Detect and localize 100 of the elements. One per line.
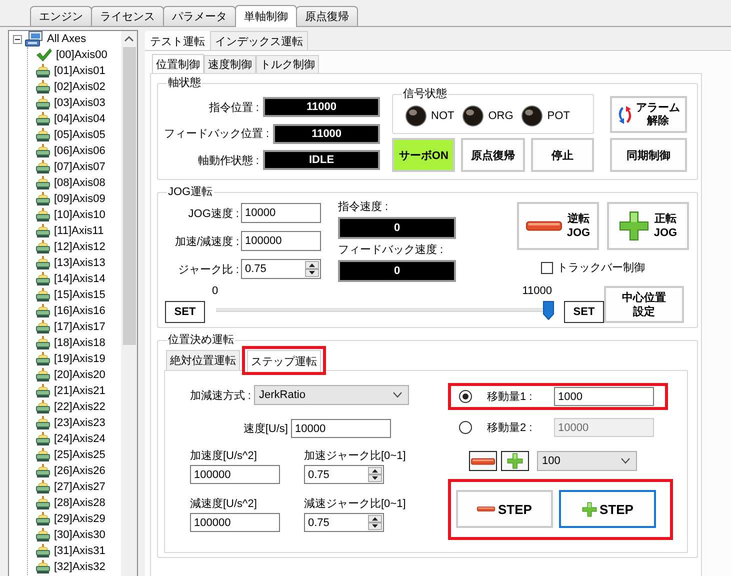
checkbox-label: トラックバー制御: [557, 261, 645, 275]
tree-item[interactable]: [01]Axis01: [36, 63, 106, 79]
group-title: 位置決め運転: [168, 334, 234, 346]
input-field[interactable]: 10000: [241, 203, 321, 223]
tree-item[interactable]: [08]Axis08: [36, 175, 106, 191]
motor-icon: [36, 192, 50, 206]
tree-item[interactable]: All Axes: [25, 31, 86, 47]
decrease-button[interactable]: [469, 451, 497, 471]
computer-icon: [25, 31, 43, 47]
tab[interactable]: 位置制御: [152, 54, 204, 74]
motor-icon: [36, 544, 50, 558]
increase-button[interactable]: [501, 451, 529, 471]
value-display: 11000: [273, 124, 380, 144]
tree-item[interactable]: [21]Axis21: [36, 383, 106, 399]
motor-icon: [36, 144, 50, 158]
spin-field[interactable]: 0.75: [241, 259, 304, 279]
tree-item[interactable]: [09]Axis09: [36, 191, 106, 207]
sync-control-button[interactable]: 同期制御: [610, 138, 687, 172]
tree-item[interactable]: [29]Axis29: [36, 511, 106, 527]
tree-item[interactable]: [26]Axis26: [36, 463, 106, 479]
step-button[interactable]: STEP: [559, 490, 656, 528]
jog-button[interactable]: 正転 JOG: [607, 202, 689, 250]
spin-field[interactable]: 0.75: [304, 513, 367, 532]
tree-item[interactable]: [27]Axis27: [36, 479, 106, 495]
jog-button[interactable]: 逆転 JOG: [517, 202, 599, 250]
tree-item[interactable]: [25]Axis25: [36, 447, 106, 463]
command-button[interactable]: 原点復帰: [461, 138, 525, 172]
tree-item[interactable]: [10]Axis10: [36, 207, 106, 223]
tab[interactable]: 単軸制御: [235, 5, 297, 27]
tree-item[interactable]: [00]Axis00: [36, 47, 108, 63]
tree-item[interactable]: [16]Axis16: [36, 303, 106, 319]
tree-item[interactable]: [11]Axis11: [36, 223, 104, 239]
tab[interactable]: ライセンス: [91, 6, 164, 26]
spin-buttons[interactable]: [304, 259, 321, 279]
tree-item[interactable]: [28]Axis28: [36, 495, 106, 511]
field-label: 軸動作状態 :: [198, 154, 259, 168]
tree-item[interactable]: [19]Axis19: [36, 351, 106, 367]
tab[interactable]: 原点復帰: [296, 6, 358, 26]
tab[interactable]: テスト運転: [145, 31, 210, 51]
tab[interactable]: パラメータ: [163, 6, 236, 26]
tab[interactable]: トルク制御: [256, 55, 319, 73]
step-button[interactable]: STEP: [456, 490, 553, 528]
tree-item[interactable]: [23]Axis23: [36, 415, 106, 431]
motor-icon: [36, 384, 50, 398]
tree-item[interactable]: [32]Axis32: [36, 559, 106, 575]
set-button[interactable]: SET: [165, 301, 205, 323]
tree-item[interactable]: [24]Axis24: [36, 431, 106, 447]
tab[interactable]: ステップ運転: [247, 350, 321, 372]
motor-icon: [36, 464, 50, 478]
tree-item[interactable]: [31]Axis31: [36, 543, 106, 559]
tree-item[interactable]: [22]Axis22: [36, 399, 106, 415]
radio-button[interactable]: [459, 390, 472, 403]
motor-icon: [36, 224, 50, 238]
dropdown[interactable]: JerkRatio: [254, 385, 409, 405]
input-field[interactable]: 10000: [291, 419, 391, 438]
motor-icon: [36, 448, 50, 462]
tree-item[interactable]: [05]Axis05: [36, 127, 106, 143]
motor-icon: [36, 496, 50, 510]
input-field[interactable]: 100000: [190, 465, 280, 484]
tab[interactable]: インデックス運転: [210, 31, 308, 50]
field-label: 指令速度 :: [338, 200, 390, 214]
tab[interactable]: エンジン: [30, 6, 92, 26]
input-field[interactable]: 100000: [241, 231, 321, 251]
field-label: 移動量1 :: [487, 390, 534, 404]
tree-item[interactable]: [02]Axis02: [36, 79, 106, 95]
tree-item[interactable]: [18]Axis18: [36, 335, 106, 351]
scrollbar-thumb[interactable]: [122, 47, 136, 345]
tree-item[interactable]: [20]Axis20: [36, 367, 106, 383]
motor-icon: [36, 256, 50, 270]
set-button[interactable]: SET: [564, 301, 604, 323]
motor-icon: [36, 176, 50, 190]
field-label: 加速ジャーク比[0~1]: [304, 449, 406, 463]
tree-item[interactable]: [17]Axis17: [36, 319, 106, 335]
spin-buttons[interactable]: [367, 513, 384, 532]
field-label: 速度[U/s]: [242, 422, 288, 436]
tree-item[interactable]: [03]Axis03: [36, 95, 106, 111]
dropdown[interactable]: 100: [537, 451, 637, 471]
spin-field[interactable]: 0.75: [304, 465, 367, 484]
motor-icon: [36, 160, 50, 174]
tree-item[interactable]: [30]Axis30: [36, 527, 106, 543]
tab[interactable]: 絶対位置運転: [166, 350, 240, 370]
tree-item[interactable]: [06]Axis06: [36, 143, 106, 159]
tree-item[interactable]: [15]Axis15: [36, 287, 106, 303]
tree-item[interactable]: [04]Axis04: [36, 111, 106, 127]
motor-icon: [36, 400, 50, 414]
checkbox[interactable]: [541, 262, 553, 274]
tab[interactable]: 速度制御: [204, 55, 256, 73]
command-button[interactable]: 停止: [530, 138, 594, 172]
slider-thumb[interactable]: [542, 301, 554, 320]
tree-item[interactable]: [12]Axis12: [36, 239, 106, 255]
command-button[interactable]: サーボON: [392, 138, 456, 172]
input-field[interactable]: 100000: [190, 513, 280, 532]
tree-item[interactable]: [14]Axis14: [36, 271, 106, 287]
tree-item[interactable]: [13]Axis13: [36, 255, 106, 271]
spin-buttons[interactable]: [367, 465, 384, 484]
center-position-button[interactable]: 中心位置 設定: [604, 286, 684, 323]
input-field[interactable]: 1000: [554, 387, 654, 406]
tree-item[interactable]: [07]Axis07: [36, 159, 106, 175]
expand-toggle[interactable]: [13, 34, 22, 44]
alarm-reset-button[interactable]: アラーム 解除: [610, 96, 687, 133]
